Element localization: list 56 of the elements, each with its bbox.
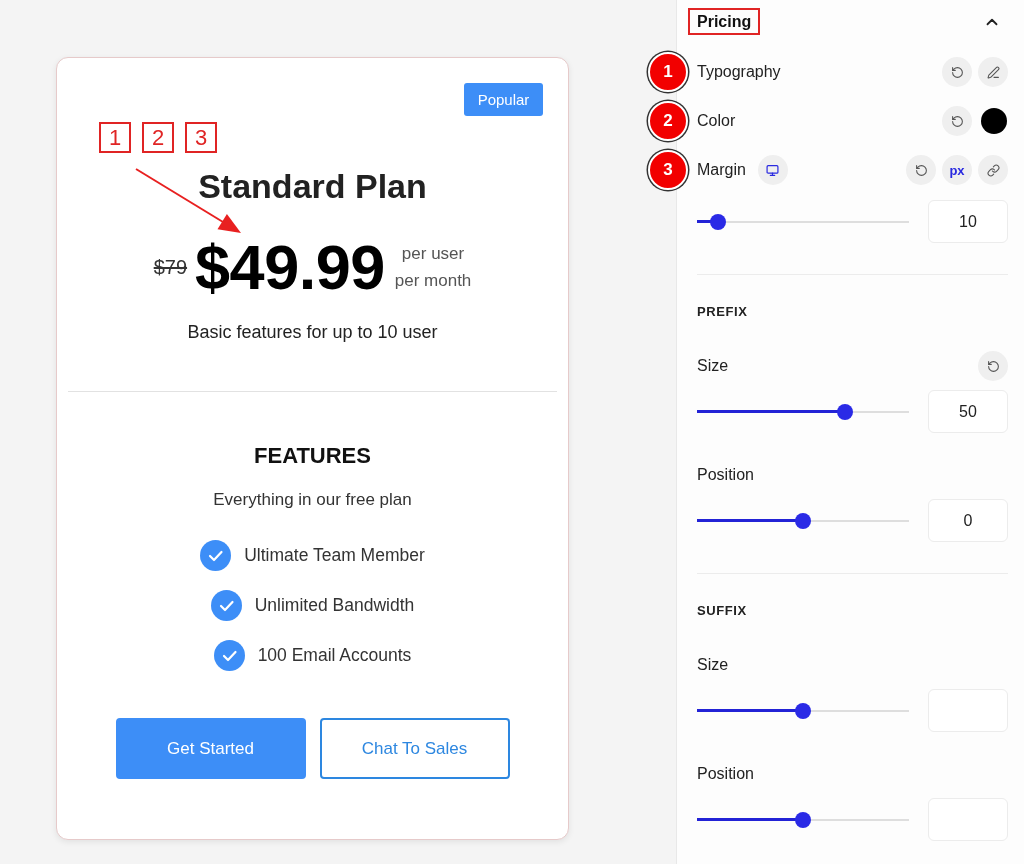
control-label: Size	[697, 357, 729, 375]
number-marker: 1	[648, 52, 688, 92]
reset-button[interactable]	[942, 106, 972, 136]
number-marker: 3	[648, 150, 688, 190]
control-label: Position	[697, 466, 754, 484]
slider-thumb[interactable]	[795, 811, 811, 828]
plan-title: Standard Plan	[198, 166, 427, 206]
chain-link-icon	[986, 163, 1000, 177]
reset-button[interactable]	[978, 351, 1008, 381]
features-title: FEATURES	[254, 442, 371, 470]
section-heading: PREFIX	[697, 304, 749, 320]
section-heading: SUFFIX	[697, 603, 748, 619]
price: $49.99	[195, 236, 385, 298]
check-icon	[213, 639, 245, 671]
feature-text: Ultimate Team Member	[244, 544, 425, 566]
control-label: Margin	[697, 161, 746, 179]
control-label: Typography	[697, 63, 781, 81]
price-period: per month	[394, 270, 472, 292]
device-button[interactable]	[757, 155, 788, 185]
pencil-icon	[986, 65, 1000, 79]
color-swatch-icon[interactable]	[981, 108, 1007, 134]
unit-button[interactable]: px	[942, 155, 972, 185]
annotation-number: 3	[185, 122, 217, 153]
reset-button[interactable]	[942, 57, 972, 87]
features-subtitle: Everything in our free plan	[213, 489, 412, 511]
check-icon	[200, 539, 232, 571]
circular-arrow-icon	[986, 359, 1000, 373]
annotation-number: 2	[142, 122, 174, 153]
price-period: per user	[401, 243, 465, 265]
edit-button[interactable]	[978, 57, 1008, 87]
feature-text: 100 Email Accounts	[257, 644, 412, 666]
slider-thumb[interactable]	[837, 403, 854, 420]
control-label: Position	[697, 765, 754, 783]
number-input[interactable]: 50	[928, 390, 1008, 433]
number-input[interactable]: 10	[928, 200, 1008, 243]
control-label: Size	[697, 656, 729, 674]
monitor-icon	[766, 163, 780, 177]
number-marker: 2	[648, 101, 688, 141]
popular-badge: Popular	[464, 83, 543, 116]
slider-thumb[interactable]	[795, 512, 811, 529]
check-icon	[210, 589, 242, 621]
number-input[interactable]: 0	[928, 499, 1008, 542]
chat-button[interactable]: Chat To Sales	[319, 718, 510, 779]
annotation-number: 1	[99, 122, 131, 153]
circular-arrow-icon	[950, 114, 964, 128]
feature-text: Unlimited Bandwidth	[254, 594, 415, 616]
section-title: Pricing	[688, 8, 761, 35]
circular-arrow-icon	[914, 163, 928, 177]
control-label: Color	[697, 112, 736, 130]
plan-description: Basic features for up to 10 user	[187, 321, 438, 344]
link-button[interactable]	[978, 155, 1008, 185]
circular-arrow-icon	[950, 65, 964, 79]
slider-thumb[interactable]	[710, 213, 727, 230]
old-price: $79	[153, 255, 188, 279]
reset-button[interactable]	[906, 155, 936, 185]
slider-thumb[interactable]	[795, 702, 811, 719]
